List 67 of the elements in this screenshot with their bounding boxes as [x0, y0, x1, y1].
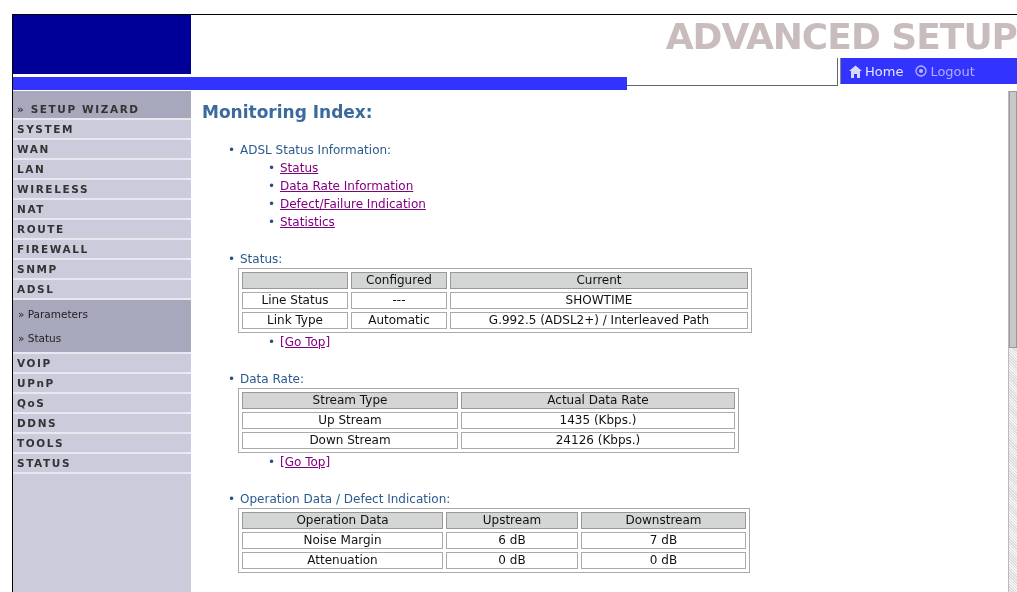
sidebar-item[interactable]: SYSTEM: [13, 120, 191, 140]
bullet: •: [228, 251, 237, 268]
column-header: Actual Data Rate: [461, 392, 735, 409]
bullet: •: [268, 454, 277, 471]
column-header: Stream Type: [242, 392, 458, 409]
home-link[interactable]: Home: [849, 63, 904, 79]
table-cell: 0 dB: [446, 552, 578, 569]
sidebar-item[interactable]: VOIP: [13, 354, 191, 374]
table-cell: 7 dB: [581, 532, 746, 549]
table-cell: 24126 (Kbps.): [461, 432, 735, 449]
table-cell: Line Status: [242, 292, 348, 309]
column-header: Upstream: [446, 512, 578, 529]
power-icon: [915, 65, 928, 77]
sidebar-item[interactable]: SNMP: [13, 260, 191, 280]
table-cell: Up Stream: [242, 412, 458, 429]
submenu-item[interactable]: » Parameters: [13, 302, 191, 326]
section-label: ADSL Status Information:: [240, 142, 392, 159]
bullet: •: [268, 178, 277, 195]
sidebar-item[interactable]: FIREWALL: [13, 240, 191, 260]
page-title: ADVANCED SETUP: [665, 15, 1017, 59]
table-cell: 0 dB: [581, 552, 746, 569]
table-cell: SHOWTIME: [450, 292, 748, 309]
sidebar-item[interactable]: NAT: [13, 200, 191, 220]
bullet: •: [228, 142, 237, 159]
index-link[interactable]: Statistics: [280, 213, 335, 231]
table-cell: ---: [351, 292, 447, 309]
column-header: Current: [450, 272, 748, 289]
table-cell: G.992.5 (ADSL2+) / Interleaved Path: [450, 312, 748, 329]
sidebar-item[interactable]: DDNS: [13, 414, 191, 434]
submenu-item[interactable]: » Status: [13, 326, 191, 350]
sidebar-item[interactable]: » SETUP WIZARD: [13, 91, 191, 120]
sidebar-item[interactable]: TOOLS: [13, 434, 191, 454]
table-cell: Attenuation: [242, 552, 443, 569]
index-link[interactable]: Defect/Failure Indication: [280, 195, 426, 213]
sidebar-item[interactable]: LAN: [13, 160, 191, 180]
sidebar-item[interactable]: STATUS: [13, 454, 191, 474]
page-heading: Monitoring Index:: [202, 102, 374, 122]
sidebar-item[interactable]: WAN: [13, 140, 191, 160]
go-top-link[interactable]: [Go Top]: [280, 453, 331, 471]
table-cell: 1435 (Kbps.): [461, 412, 735, 429]
bullet: •: [228, 491, 237, 508]
table-cell: Down Stream: [242, 432, 458, 449]
table-cell: 6 dB: [446, 532, 578, 549]
scrollbar-thumb[interactable]: [1009, 91, 1017, 348]
table-cell: Noise Margin: [242, 532, 443, 549]
index-link[interactable]: Status: [280, 159, 319, 177]
section-label: Operation Data / Defect Indication:: [240, 491, 451, 508]
sidebar-item[interactable]: ROUTE: [13, 220, 191, 240]
bullet: •: [268, 196, 277, 213]
go-top-link[interactable]: [Go Top]: [280, 333, 331, 351]
table-cell: Link Type: [242, 312, 348, 329]
sidebar-item[interactable]: UPnP: [13, 374, 191, 394]
sidebar-item[interactable]: WIRELESS: [13, 180, 191, 200]
bullet: •: [268, 334, 277, 351]
bullet: •: [268, 160, 277, 177]
section-label: Data Rate:: [240, 371, 305, 388]
scrollbar[interactable]: [1008, 91, 1017, 592]
section-label: Status:: [240, 251, 283, 268]
sidebar-item[interactable]: QoS: [13, 394, 191, 414]
bullet: •: [228, 371, 237, 388]
index-link[interactable]: Data Rate Information: [280, 177, 414, 195]
home-icon: [849, 64, 862, 78]
bullet: •: [268, 214, 277, 231]
column-header: Configured: [351, 272, 447, 289]
column-header: Operation Data: [242, 512, 443, 529]
table-cell: Automatic: [351, 312, 447, 329]
column-header: Downstream: [581, 512, 746, 529]
